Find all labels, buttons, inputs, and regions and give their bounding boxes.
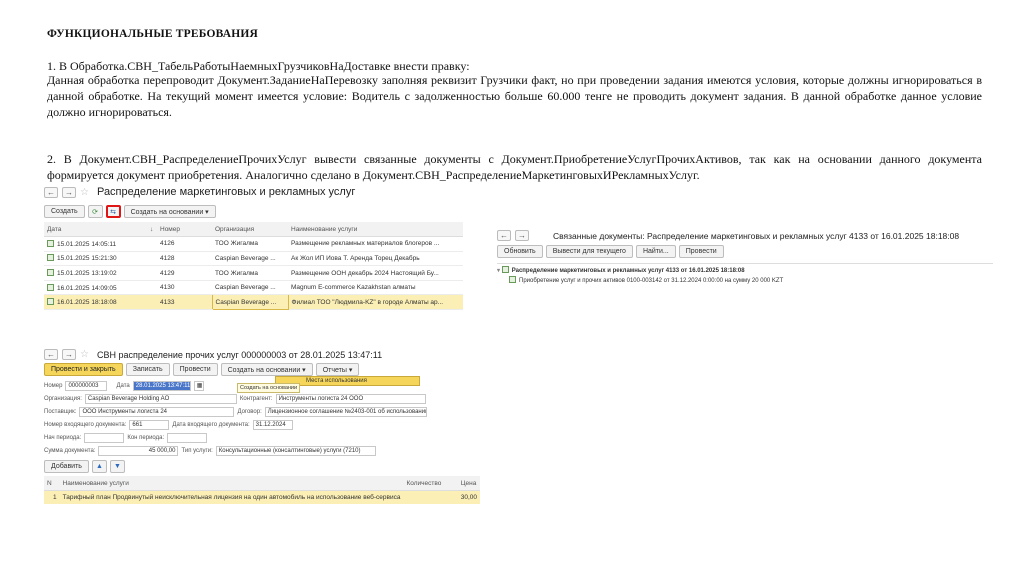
list-window-title: Распределение маркетинговых и рекламных … xyxy=(96,186,356,198)
create-based-button[interactable]: Создать на основании ▾ xyxy=(123,205,216,218)
incoming-date-field[interactable]: 31.12.2024 xyxy=(252,419,293,430)
table-header: N Наименование услуги Количество Цена xyxy=(44,476,480,492)
table-row-selected[interactable]: 1 Тарифный план Продвинутый неисключител… xyxy=(44,490,480,504)
counterparty-label: Контрагент: xyxy=(239,395,273,402)
show-current-button[interactable]: Вывести для текущего xyxy=(545,245,633,258)
table-row[interactable]: 15.01.2025 15:21:30 4128 Caspian Beverag… xyxy=(44,251,463,267)
col-service: Наименование услуги xyxy=(59,476,404,492)
table-row[interactable]: 15.01.2025 13:19:02 4129 ТОО Жигалма Раз… xyxy=(44,265,463,281)
col-n: N xyxy=(44,476,60,492)
post-button[interactable]: Провести xyxy=(678,245,724,258)
sort-arrow-icon[interactable]: ↓ xyxy=(147,222,157,238)
list-window: ← → ☆ Распределение маркетинговых и рекл… xyxy=(44,186,464,326)
post-and-close-button[interactable]: Провести и закрыть xyxy=(44,363,123,376)
item2-body: 2. В Документ.СВН_РаспределениеПрочихУсл… xyxy=(47,152,982,182)
find-button[interactable]: Найти... xyxy=(635,245,676,258)
section-heading: ФУНКЦИОНАЛЬНЫЕ ТРЕБОВАНИЯ xyxy=(47,28,259,40)
post-button[interactable]: Провести xyxy=(172,363,218,376)
col-number[interactable]: Номер xyxy=(157,222,212,238)
refresh-icon[interactable]: ⟳ xyxy=(87,205,103,218)
move-up-icon[interactable]: ▲ xyxy=(91,460,107,473)
col-service-name[interactable]: Наименование услуги xyxy=(288,222,463,238)
popup-item[interactable]: Места использования xyxy=(306,378,367,384)
reports-button[interactable]: Отчеты ▾ xyxy=(315,363,360,376)
related-docs-window: ← → Связанные документы: Распределение м… xyxy=(497,230,993,292)
document-icon xyxy=(47,298,54,306)
org-label: Организация: xyxy=(44,395,82,402)
period-end-label: Кон периода: xyxy=(127,434,165,441)
table-row-selected[interactable]: 16.01.2025 18:18:08 4133 Caspian Beverag… xyxy=(44,294,463,311)
star-icon[interactable]: ☆ xyxy=(80,187,89,198)
services-table: N Наименование услуги Количество Цена 1 … xyxy=(44,476,480,504)
create-based-button[interactable]: Создать на основании ▾ xyxy=(220,363,313,376)
item1-body: Данная обработка перепроводит Документ.З… xyxy=(47,73,982,119)
collapse-icon[interactable]: ▾ xyxy=(497,268,500,274)
period-start-label: Нач периода: xyxy=(44,434,82,441)
related-documents-icon[interactable]: ⇆ xyxy=(105,205,121,218)
back-button[interactable]: ← xyxy=(44,349,58,360)
star-icon[interactable]: ☆ xyxy=(80,349,89,360)
forward-button[interactable]: → xyxy=(62,349,76,360)
number-label: Номер xyxy=(44,382,63,389)
document-icon xyxy=(47,239,54,247)
form-window-title: СВН распределение прочих услуг 000000003… xyxy=(96,349,383,360)
counterparty-field[interactable]: Инструменты логиста 24 ООО xyxy=(275,393,426,404)
service-type-field[interactable]: Консультационные (консалтинговые) услуги… xyxy=(215,445,376,456)
tooltip: Создать на основании xyxy=(237,383,301,393)
period-end-field[interactable] xyxy=(167,432,208,443)
incoming-date-label: Дата входящего документа: xyxy=(172,421,250,428)
table-row[interactable]: 16.01.2025 14:09:05 4130 Caspian Beverag… xyxy=(44,280,463,296)
save-button[interactable]: Записать xyxy=(125,363,170,376)
number-field[interactable]: 000000003 xyxy=(65,380,108,391)
sum-label: Сумма документа: xyxy=(44,447,96,454)
related-window-title: Связанные документы: Распределение марке… xyxy=(553,230,960,241)
create-button[interactable]: Создать xyxy=(44,205,85,218)
date-label: Дата xyxy=(116,382,130,389)
supplier-field[interactable]: ООО Инструменты логиста 24 xyxy=(79,406,235,417)
supplier-label: Поставщик: xyxy=(44,408,77,415)
col-qty: Количество xyxy=(403,476,458,492)
back-button[interactable]: ← xyxy=(44,186,58,198)
org-field[interactable]: Caspian Beverage Holding AO xyxy=(84,393,237,404)
document-icon xyxy=(47,283,54,291)
contract-label: Договор: xyxy=(237,408,262,415)
forward-button[interactable]: → xyxy=(62,186,76,198)
contract-field[interactable]: Лицензионное соглашение №2403-001 об исп… xyxy=(264,406,427,417)
list-table: Дата ↓ Номер Организация Наименование ус… xyxy=(44,222,463,311)
col-date[interactable]: Дата xyxy=(44,222,147,238)
col-org[interactable]: Организация xyxy=(212,222,288,238)
service-type-label: Тип услуги: xyxy=(181,447,213,454)
period-start-field[interactable] xyxy=(84,432,125,443)
tree-root[interactable]: ▾ Распределение маркетинговых и рекламны… xyxy=(497,266,993,274)
forward-button[interactable]: → xyxy=(515,230,529,241)
sum-field[interactable]: 45 000,00 xyxy=(98,445,179,456)
date-field[interactable]: 28.01.2025 13:47:11 xyxy=(132,380,191,391)
document-icon xyxy=(47,269,54,277)
move-down-icon[interactable]: ▼ xyxy=(109,460,125,473)
tree-child[interactable]: Приобретение услуг и прочих активов 0100… xyxy=(509,276,993,284)
table-header: Дата ↓ Номер Организация Наименование ус… xyxy=(44,222,463,238)
add-row-button[interactable]: Добавить xyxy=(44,460,89,473)
refresh-button[interactable]: Обновить xyxy=(497,245,543,258)
document-icon xyxy=(509,276,516,283)
table-row[interactable]: 15.01.2025 14:05:11 4126 ТОО Жигалма Раз… xyxy=(44,236,463,252)
incoming-number-field[interactable]: 661 xyxy=(129,419,170,430)
document-icon xyxy=(47,254,54,262)
incoming-number-label: Номер входящего документа: xyxy=(44,421,127,428)
form-window: ← → ☆ СВН распределение прочих услуг 000… xyxy=(44,349,481,504)
back-button[interactable]: ← xyxy=(497,230,511,241)
calendar-icon[interactable]: ▦ xyxy=(193,380,204,391)
col-price: Цена xyxy=(457,476,480,492)
document-icon xyxy=(501,266,509,273)
